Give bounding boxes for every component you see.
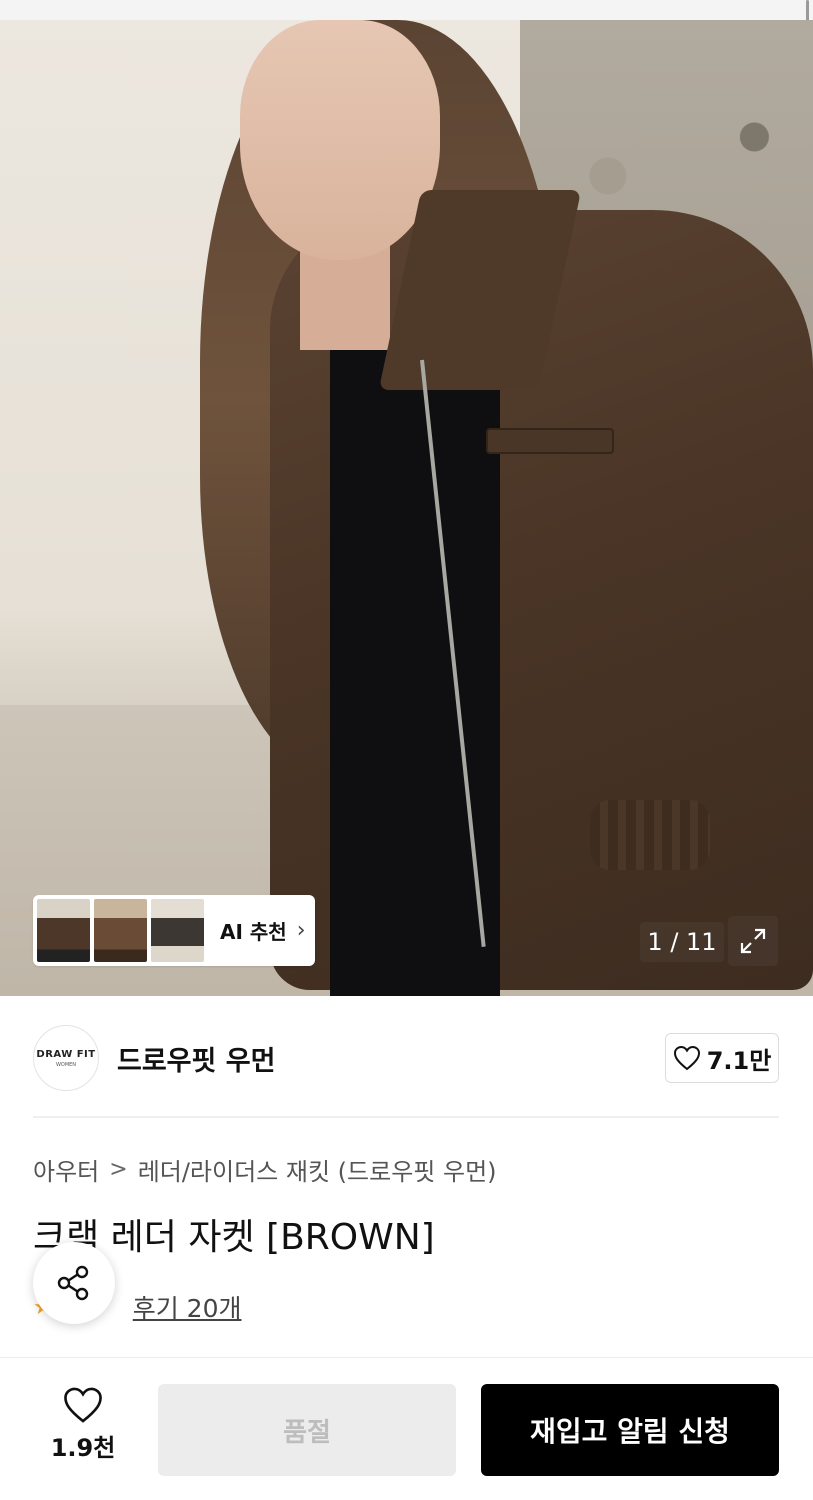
chevron-right-icon: ›: [296, 918, 306, 943]
status-bar: [0, 0, 813, 20]
brand-logo-subtext: WOMEN: [55, 1061, 77, 1068]
photo-jacket-pocket: [486, 428, 614, 454]
brand-like-count: 7.1만: [706, 1046, 772, 1075]
chevron-right-icon: >: [109, 1157, 128, 1182]
share-button[interactable]: [33, 1242, 115, 1324]
ai-recommend-card[interactable]: AI 추천 ›: [33, 895, 315, 966]
photo-jacket-cuff: [590, 800, 710, 870]
brand-logo-text: DRAW FIT: [36, 1048, 96, 1060]
recommend-thumbnail[interactable]: [151, 899, 204, 962]
breadcrumb: 아우터 > 레더/라이더스 재킷 (드로우핏 우먼): [33, 1152, 497, 1187]
photo-black-top: [330, 350, 500, 996]
recommend-thumbnail[interactable]: [94, 899, 147, 962]
breadcrumb-subcategory[interactable]: 레더/라이더스 재킷 (드로우핏 우먼): [138, 1152, 497, 1187]
soldout-button: 품절: [158, 1384, 456, 1476]
reviews-link[interactable]: 후기 20개: [133, 1289, 242, 1325]
restock-alert-button[interactable]: 재입고 알림 신청: [481, 1384, 779, 1476]
heart-icon: [673, 1045, 700, 1071]
ai-recommend-label: AI 추천: [220, 920, 287, 944]
breadcrumb-category[interactable]: 아우터: [33, 1152, 99, 1187]
brand-like-button[interactable]: 7.1만: [665, 1033, 779, 1083]
wishlist-button[interactable]: 1.9천: [30, 1386, 136, 1463]
brand-logo[interactable]: DRAW FIT WOMEN: [33, 1025, 99, 1091]
share-icon: [57, 1265, 89, 1301]
brand-name[interactable]: 드로우핏 우먼: [117, 1039, 275, 1078]
ai-recommend-link[interactable]: AI 추천 ›: [220, 916, 306, 945]
wishlist-count: 1.9천: [50, 1434, 116, 1462]
recommend-thumbnail[interactable]: [37, 899, 90, 962]
expand-button[interactable]: [728, 916, 778, 966]
heart-icon: [64, 1387, 102, 1423]
product-image-gallery[interactable]: [0, 20, 813, 996]
photo-model-face: [240, 20, 440, 260]
bottom-action-bar: 1.9천 품절 재입고 알림 신청: [0, 1357, 813, 1500]
image-counter: 1 / 11: [640, 922, 724, 962]
expand-icon: [740, 928, 766, 954]
brand-row[interactable]: DRAW FIT WOMEN 드로우핏 우먼 7.1만: [33, 1025, 779, 1091]
divider: [33, 1116, 779, 1118]
